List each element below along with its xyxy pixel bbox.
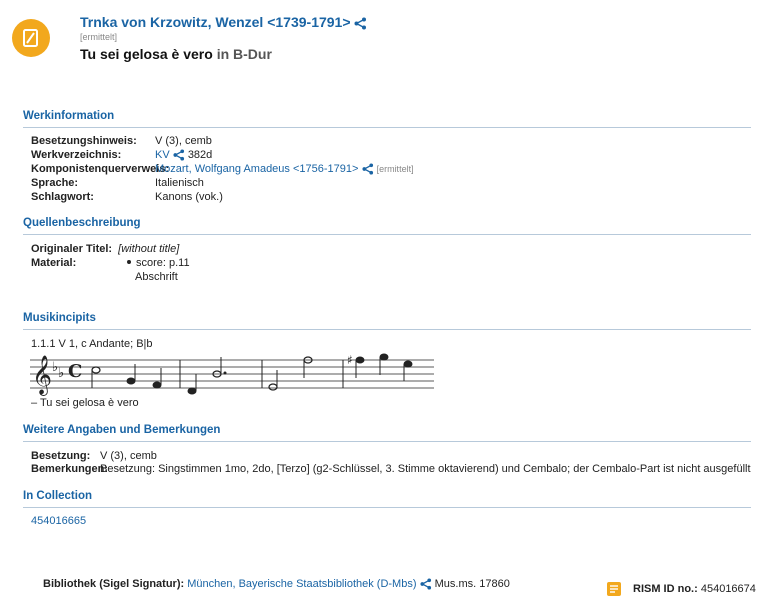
common-time-icon: C: [68, 361, 82, 382]
original-title: [without title]: [118, 243, 180, 255]
mozart-note: [ermittelt]: [376, 164, 414, 174]
row-value: Kanons (vok.): [155, 191, 223, 203]
composer-name[interactable]: Trnka von Krzowitz, Wenzel <1739-1791>: [80, 14, 351, 30]
rism-badge-icon[interactable]: [607, 582, 621, 596]
rism-logo: [12, 19, 50, 57]
share-icon[interactable]: [361, 163, 374, 175]
section-weitere-angaben: Weitere Angaben und Bemerkungen: [23, 424, 751, 442]
music-incipit[interactable]: 𝄞 ♭ ♭ C ♯: [30, 350, 434, 398]
incipit-caption: 1.1.1 V 1, c Andante; B|b: [31, 338, 153, 350]
mozart-link[interactable]: Mozart, Wolfgang Amadeus <1756-1791>: [155, 163, 358, 175]
shelfmark: Mus.ms. 17860: [434, 578, 510, 590]
key-text: B-Dur: [233, 46, 272, 62]
library-link[interactable]: München, Bayerische Staatsbibliothek (D-…: [187, 578, 416, 590]
library-label: Bibliothek (Sigel Signatur):: [43, 578, 185, 590]
library-info: Bibliothek (Sigel Signatur): München, Ba…: [43, 578, 510, 590]
row-label: Material:: [31, 257, 77, 269]
row-komponistenquerverweis: Komponistenquerverweis: Mozart, Wolfgang…: [31, 163, 414, 175]
treble-clef-icon: 𝄞: [32, 355, 52, 396]
share-icon[interactable]: [420, 578, 432, 590]
row-value: Italienisch: [155, 177, 204, 189]
row-label: Werkverzeichnis:: [31, 149, 122, 161]
quill-icon: [23, 29, 38, 47]
row-originaler-titel: Originaler Titel: [without title]: [31, 243, 179, 255]
key-prefix: in: [216, 46, 230, 62]
row-besetzung: Besetzung: V (3), cemb: [31, 450, 157, 462]
section-werkinformation: Werkinformation: [23, 110, 751, 128]
row-label: Bemerkungen:: [31, 463, 109, 475]
material-sub: Abschrift: [135, 271, 178, 283]
composer-note: [ermittelt]: [80, 32, 118, 42]
row-label: Schlagwort:: [31, 191, 94, 203]
section-quellenbeschreibung: Quellenbeschreibung: [23, 217, 751, 235]
kv-link[interactable]: KV: [155, 149, 170, 161]
work-title: Tu sei gelosa è vero in B-Dur: [80, 46, 272, 62]
composer-heading[interactable]: Trnka von Krzowitz, Wenzel <1739-1791>: [80, 14, 367, 30]
row-schlagwort: Schlagwort: Kanons (vok.): [31, 191, 223, 203]
share-icon[interactable]: [173, 149, 185, 161]
row-value: V (3), cemb: [100, 450, 157, 462]
row-bemerkungen: Bemerkungen: Besetzung: Singstimmen 1mo,…: [31, 463, 751, 475]
row-value: Besetzung: Singstimmen 1mo, 2do, [Terzo]…: [100, 463, 751, 475]
kv-number: 382d: [187, 149, 213, 161]
rism-id: RISM ID no.: 454016674: [633, 583, 756, 595]
sharp-icon: ♯: [347, 353, 353, 367]
row-value: V (3), cemb: [155, 135, 212, 147]
share-icon[interactable]: [354, 17, 367, 30]
material-score: score: p.11: [136, 257, 190, 269]
row-label: Besetzung:: [31, 450, 91, 462]
row-material: Material:: [31, 257, 76, 269]
material-item: score: p.11: [127, 257, 190, 269]
section-in-collection: In Collection: [23, 490, 751, 508]
collection-link[interactable]: 454016665: [31, 515, 86, 527]
row-besetzungshinweis: Besetzungshinweis: V (3), cemb: [31, 135, 212, 147]
section-musikincipits: Musikincipits: [23, 312, 751, 330]
incipit-text: – Tu sei gelosa è vero: [31, 397, 139, 409]
row-label: Besetzungshinweis:: [31, 135, 137, 147]
row-label: Sprache:: [31, 177, 79, 189]
row-werkverzeichnis: Werkverzeichnis: KV 382d: [31, 149, 212, 161]
rism-id-value: 454016674: [700, 583, 756, 595]
row-sprache: Sprache: Italienisch: [31, 177, 204, 189]
bullet-icon: [127, 260, 131, 265]
row-label: Originaler Titel:: [31, 243, 113, 255]
flat-icon: ♭: [58, 366, 64, 381]
row-label: Komponistenquerverweis:: [31, 163, 170, 175]
rism-id-label: RISM ID no.:: [633, 583, 698, 595]
title-text: Tu sei gelosa è vero: [80, 46, 213, 62]
